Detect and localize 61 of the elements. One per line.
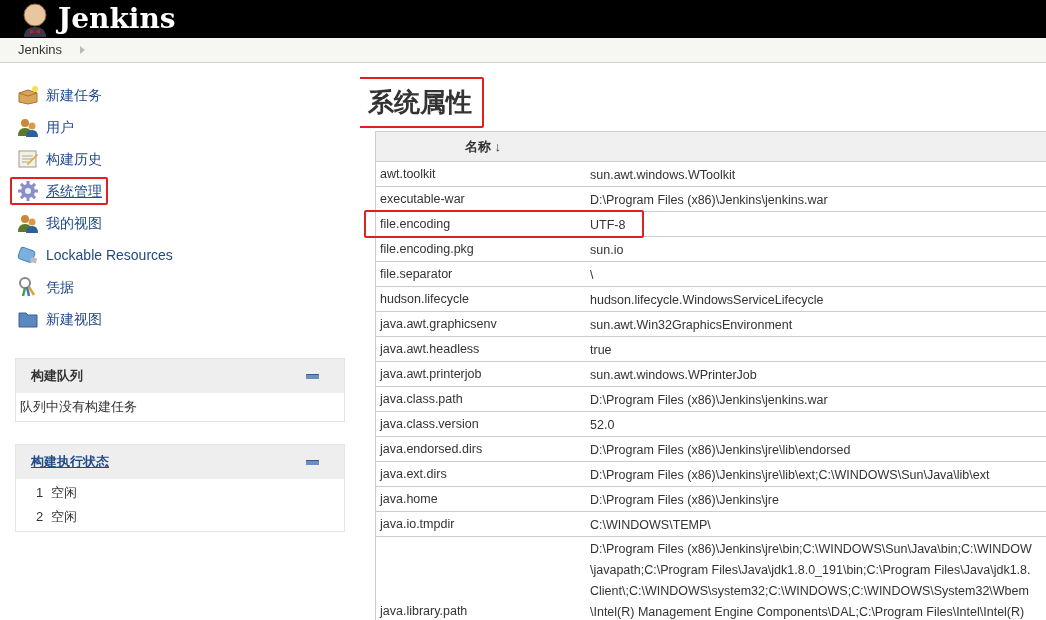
property-value: D:\Program Files (x86)\Jenkins\jenkins.war [590,391,829,409]
sidebar-item[interactable]: 构建历史 [15,145,106,173]
property-name: java.ext.dirs [380,465,447,483]
collapse-button[interactable] [306,373,319,379]
sidebar-item[interactable]: 新建视图 [15,305,106,333]
property-name: executable-war [380,190,465,208]
property-name: java.endorsed.dirs [380,440,483,458]
chevron-icon [80,46,86,54]
page-heading: 系统属性 [360,76,484,128]
property-name: file.encoding.pkg [380,240,474,258]
property-value: D:\Program Files (x86)\Jenkins\jre\lib\endorsed [590,441,852,459]
property-name: file.separator [380,265,453,283]
property-name: file.encoding [380,215,451,233]
queue-message: 队列中没有构建任务 [20,398,137,417]
app-title: Jenkins [58,5,176,33]
property-value: \Intel(R) Management Engine Components\DAL;C:\Program Files\Intel\Intel(R) [590,604,1026,620]
panel-title-link[interactable]: 构建执行状态 [31,452,109,472]
sidebar-item[interactable]: 凭据 [15,273,78,301]
box-icon [17,85,39,105]
property-value: D:\Program Files (x86)\Jenkins\jenkins.war [590,191,829,209]
property-value: sun.io [590,241,625,259]
sidebar-item[interactable]: 用户 [15,113,78,141]
property-name: java.class.version [380,415,479,433]
people-icon [17,117,39,137]
property-name: java.awt.printerjob [380,365,482,383]
property-name: java.io.tmpdir [380,515,455,533]
executor-number: 2 [36,508,44,527]
property-value: D:\Program Files (x86)\Jenkins\jre\lib\ext;C:\WINDOWS\Sun\Java\lib\ext [590,466,991,484]
sidebar-item[interactable]: 新建任务 [15,81,106,109]
property-value: Client\;C:\WINDOWS\system32;C:\WINDOWS;C:\WINDOWS\System32\Wbem [590,583,1030,600]
property-value: sun.awt.windows.WToolkit [590,166,737,184]
sidebar-item[interactable]: Lockable Resources [15,241,177,269]
property-name: hudson.lifecycle [380,290,469,308]
property-name: java.awt.graphicsenv [380,315,497,333]
property-name: java.home [380,490,438,508]
executor-status: 空闲 [51,508,78,527]
property-value: D:\Program Files (x86)\Jenkins\jre\bin;C:\WINDOWS\Sun\Java\bin;C:\WINDOW [590,541,1033,558]
notepad-icon [17,149,39,169]
property-value: hudson.lifecycle.WindowsServiceLifecycle [590,291,825,309]
folder-icon [17,309,39,329]
property-name: java.class.path [380,390,463,408]
property-value: true [590,341,613,359]
executor-number: 1 [36,484,44,503]
property-name: java.awt.headless [380,340,480,358]
sidebar-item[interactable]: 我的视图 [15,209,106,237]
people-icon [17,213,39,233]
property-value: \javapath;C:\Program Files\Java\jdk1.8.0_191\bin;C:\Program Files\Java\jdk1.8. [590,562,1032,579]
property-value: UTF-8 [590,216,627,234]
property-value: \ [590,266,595,284]
property-name: awt.toolkit [380,165,436,183]
property-value: D:\Program Files (x86)\Jenkins\jre [590,491,780,509]
executor-status: 空闲 [51,484,78,503]
sidebar-item[interactable]: 系统管理 [10,177,108,205]
collapse-button[interactable] [306,459,319,465]
property-value: C:\WINDOWS\TEMP\ [590,516,712,534]
panel-title: 构建队列 [31,367,83,386]
breadcrumb-link[interactable]: Jenkins [18,40,63,60]
property-value: sun.awt.windows.WPrinterJob [590,366,758,384]
property-value: sun.awt.Win32GraphicsEnvironment [590,316,794,334]
property-value: 52.0 [590,416,616,434]
property-name: java.library.path [380,603,468,620]
